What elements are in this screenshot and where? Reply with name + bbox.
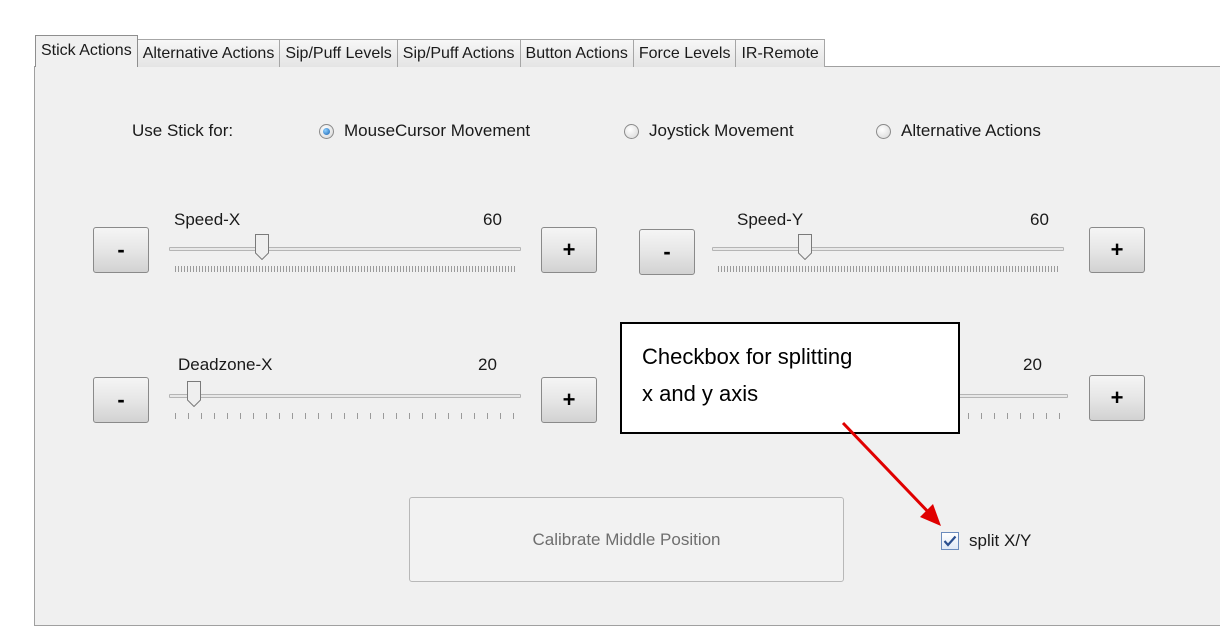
split-xy-checkbox[interactable] <box>941 532 959 550</box>
radio-button-icon[interactable] <box>624 123 639 139</box>
radio-alternative-actions[interactable]: Alternative Actions <box>876 121 1041 141</box>
deadzone-x-decrease-button[interactable]: - <box>93 377 149 423</box>
radio-label: Alternative Actions <box>901 121 1041 140</box>
slider-ticks <box>718 266 1058 272</box>
tab-sip-puff-actions[interactable]: Sip/Puff Actions <box>396 39 521 67</box>
speed-x-value: 60 <box>483 210 502 229</box>
tab-ir-remote[interactable]: IR-Remote <box>735 39 825 67</box>
speed-y-increase-button[interactable]: + <box>1089 227 1145 273</box>
slider-ticks <box>175 266 515 272</box>
deadzone-x-slider[interactable] <box>169 375 521 425</box>
speed-x-label: Speed-X <box>174 210 241 229</box>
use-stick-label: Use Stick for: <box>132 121 234 140</box>
slider-track <box>712 247 1064 251</box>
radio-joystick-movement[interactable]: Joystick Movement <box>624 121 794 141</box>
tab-button-actions[interactable]: Button Actions <box>519 39 634 67</box>
speed-y-slider[interactable] <box>712 228 1064 278</box>
deadzone-y-value: 20 <box>1023 355 1042 374</box>
checkmark-icon <box>943 535 957 547</box>
tab-strip: Stick Actions Alternative Actions Sip/Pu… <box>35 35 825 67</box>
slider-thumb[interactable] <box>255 234 269 260</box>
callout-line-2: x and y axis <box>642 381 759 406</box>
slider-ticks <box>942 413 1062 419</box>
annotation-callout: Checkbox for splitting x and y axis <box>620 322 960 434</box>
deadzone-x-label: Deadzone-X <box>178 355 273 374</box>
slider-thumb[interactable] <box>187 381 201 407</box>
radio-label: MouseCursor Movement <box>344 121 531 140</box>
radio-label: Joystick Movement <box>649 121 794 140</box>
callout-line-1: Checkbox for splitting <box>642 344 853 369</box>
speed-x-increase-button[interactable]: + <box>541 227 597 273</box>
tab-stick-actions[interactable]: Stick Actions <box>35 35 138 67</box>
deadzone-x-increase-button[interactable]: + <box>541 377 597 423</box>
tab-sip-puff-levels[interactable]: Sip/Puff Levels <box>279 39 398 67</box>
radio-button-icon[interactable] <box>876 123 891 139</box>
speed-y-decrease-button[interactable]: - <box>639 229 695 275</box>
speed-x-slider[interactable] <box>169 228 521 278</box>
speed-y-value: 60 <box>1030 210 1049 229</box>
deadzone-x-value: 20 <box>478 355 497 374</box>
slider-track <box>169 247 521 251</box>
speed-x-decrease-button[interactable]: - <box>93 227 149 273</box>
split-xy-label: split X/Y <box>969 531 1032 550</box>
radio-mousecursor-movement[interactable]: MouseCursor Movement <box>319 121 530 141</box>
tab-alternative-actions[interactable]: Alternative Actions <box>136 39 281 67</box>
deadzone-y-increase-button[interactable]: + <box>1089 375 1145 421</box>
tab-force-levels[interactable]: Force Levels <box>632 39 737 67</box>
calibrate-middle-position-button[interactable]: Calibrate Middle Position <box>409 497 844 582</box>
radio-selected-dot <box>323 127 330 135</box>
slider-track <box>169 394 521 398</box>
slider-ticks <box>175 413 515 419</box>
speed-y-label: Speed-Y <box>737 210 804 229</box>
radio-button-icon[interactable] <box>319 123 334 139</box>
slider-thumb[interactable] <box>798 234 812 260</box>
